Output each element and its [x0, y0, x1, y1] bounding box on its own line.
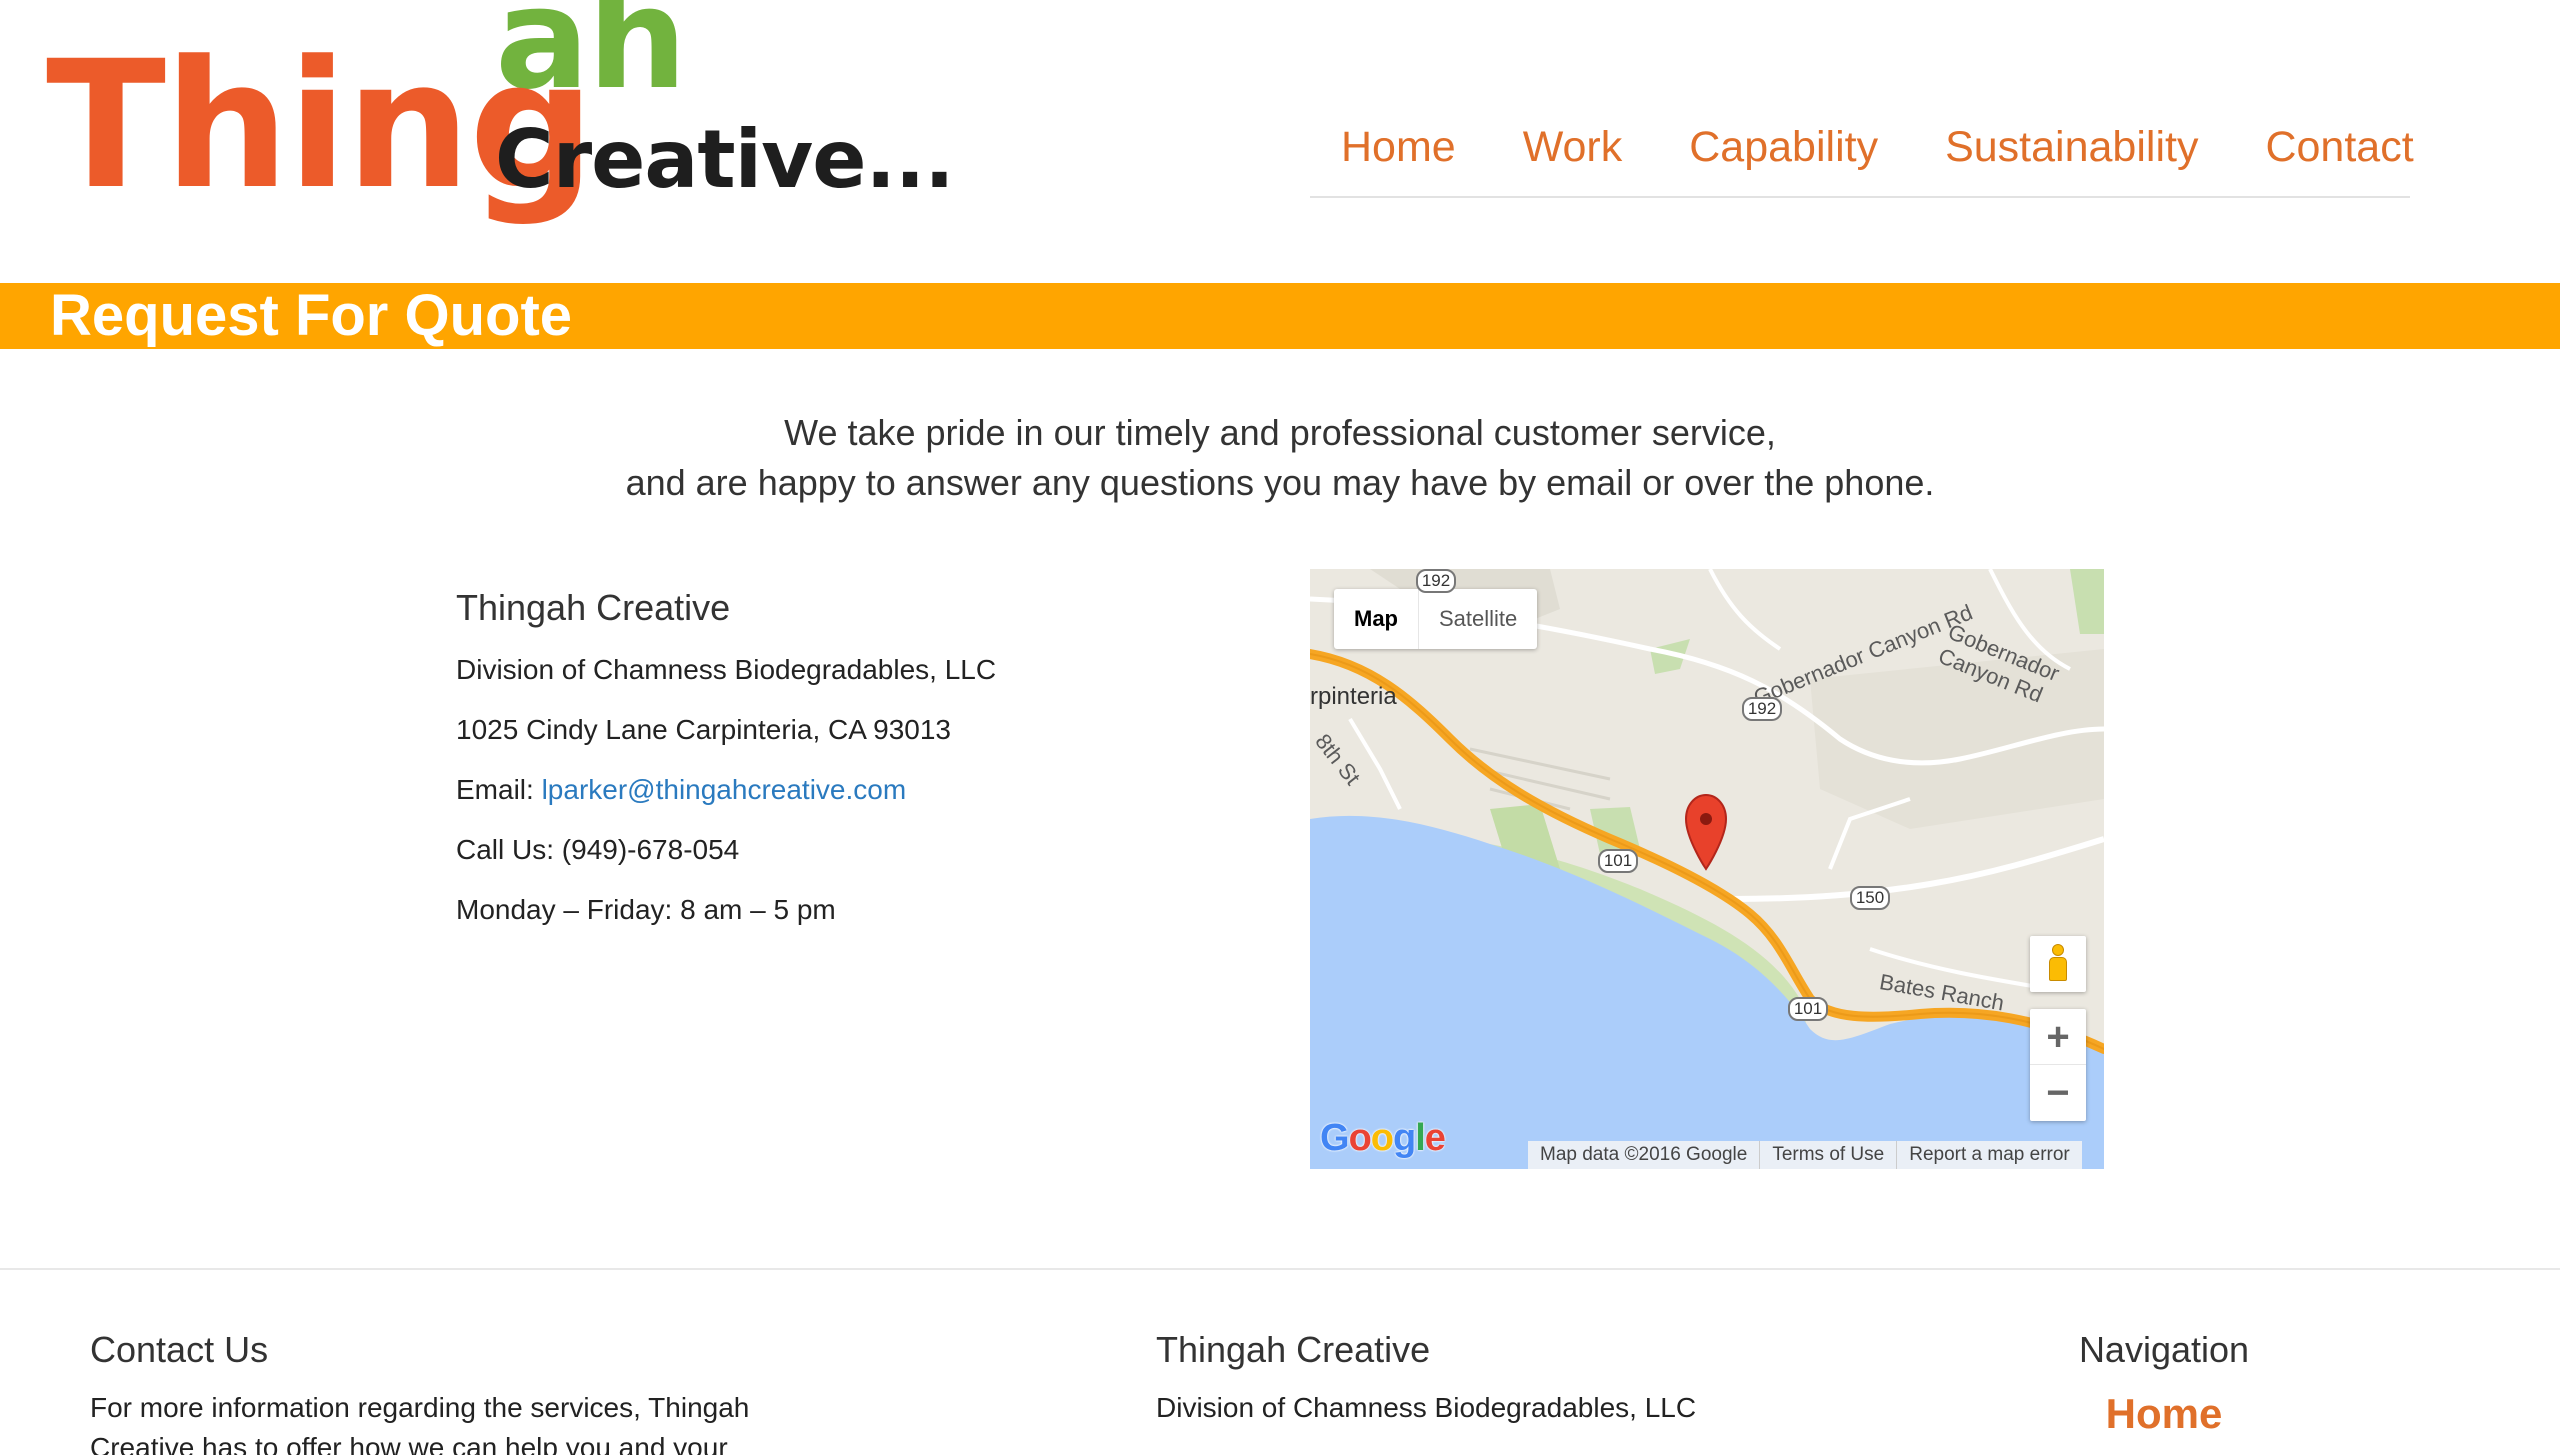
location-marker[interactable]: [1684, 793, 1728, 871]
nav-home[interactable]: Home: [1310, 116, 1456, 169]
footer-company: Thingah Creative Division of Chamness Bi…: [1156, 1320, 1856, 1428]
google-logo-g2: g: [1393, 1117, 1416, 1159]
google-logo-o2: o: [1370, 1117, 1394, 1159]
division-text: Division of Chamness Biodegradables, LLC: [456, 654, 997, 685]
page-title-bar: Request For Quote: [0, 283, 2560, 349]
road-shield-101-a: 101: [1598, 849, 1638, 873]
google-logo-o1: o: [1348, 1117, 1372, 1159]
google-logo-g: G: [1320, 1117, 1350, 1159]
logo[interactable]: ah Thing Creative...: [40, 0, 955, 260]
google-logo-e: e: [1424, 1117, 1446, 1159]
nav-work[interactable]: Work: [1492, 116, 1623, 169]
contact-info: Thingah Creative Division of Chamness Bi…: [456, 580, 1156, 940]
email-label: Email:: [456, 774, 534, 805]
road-shield-150: 150: [1850, 886, 1890, 910]
pegman-body: [2049, 957, 2067, 981]
zoom-out-button[interactable]: −: [2030, 1065, 2086, 1121]
map-type-satellite-button[interactable]: Satellite: [1419, 589, 1537, 649]
intro-line-2: and are happy to answer any questions yo…: [625, 462, 1935, 503]
road-shield-192-a: 192: [1416, 569, 1456, 593]
nav-sustainability[interactable]: Sustainability: [1914, 116, 2198, 169]
phone-text: Call Us: (949)-678-054: [456, 834, 740, 865]
logo-creative: Creative...: [495, 113, 955, 206]
map-type-control: Map Satellite: [1334, 589, 1538, 649]
map-label-city: rpinteria: [1310, 683, 1397, 710]
map-type-map-button[interactable]: Map: [1334, 589, 1419, 649]
nav-contact[interactable]: Contact: [2234, 116, 2413, 169]
footer-contact-text: For more information regarding the servi…: [90, 1392, 750, 1455]
road-shield-192-b: 192: [1742, 697, 1782, 721]
road-shield-101-b: 101: [1788, 997, 1828, 1021]
footer-navigation: Navigation Home: [2074, 1320, 2254, 1440]
footer-contact-title: Contact Us: [90, 1329, 269, 1370]
street-view-pegman-icon[interactable]: [2030, 936, 2086, 992]
zoom-control: + −: [2030, 1009, 2086, 1121]
intro-line-1: We take pride in our timely and professi…: [784, 412, 1776, 453]
map-attribution: Map data ©2016 Google Terms of Use Repor…: [1528, 1141, 2082, 1169]
address-text: 1025 Cindy Lane Carpinteria, CA 93013: [456, 714, 952, 745]
pegman-head: [2052, 944, 2064, 956]
google-logo-l: l: [1415, 1117, 1426, 1159]
google-map[interactable]: Map Satellite rpinteria 8th St Gobernado…: [1310, 569, 2104, 1169]
email-link[interactable]: lparker@thingahcreative.com: [542, 774, 907, 805]
footer-company-title: Thingah Creative: [1156, 1329, 1431, 1370]
footer-divider: [0, 1268, 2560, 1270]
page-title: Request For Quote: [50, 283, 573, 348]
hours-text: Monday – Friday: 8 am – 5 pm: [456, 894, 836, 925]
footer-contact-us: Contact Us For more information regardin…: [90, 1320, 790, 1455]
zoom-in-button[interactable]: +: [2030, 1009, 2086, 1065]
map-data-text: Map data ©2016 Google: [1540, 1144, 1748, 1165]
google-logo[interactable]: Google: [1320, 1117, 1446, 1160]
email-line: Email: lparker@thingahcreative.com: [456, 760, 1156, 820]
footer-nav-home[interactable]: Home: [2074, 1388, 2254, 1440]
main-nav: Home Work Capability Sustainability Cont…: [1310, 116, 2414, 198]
footer-nav-title: Navigation: [2078, 1329, 2250, 1370]
terms-of-use-link[interactable]: Terms of Use: [1759, 1141, 1896, 1169]
company-name: Thingah Creative: [456, 587, 731, 628]
intro-text: We take pride in our timely and professi…: [0, 408, 2560, 508]
report-map-error-link[interactable]: Report a map error: [1896, 1141, 2082, 1169]
footer-company-text: Division of Chamness Biodegradables, LLC: [1156, 1392, 1697, 1423]
nav-capability[interactable]: Capability: [1658, 116, 1878, 169]
